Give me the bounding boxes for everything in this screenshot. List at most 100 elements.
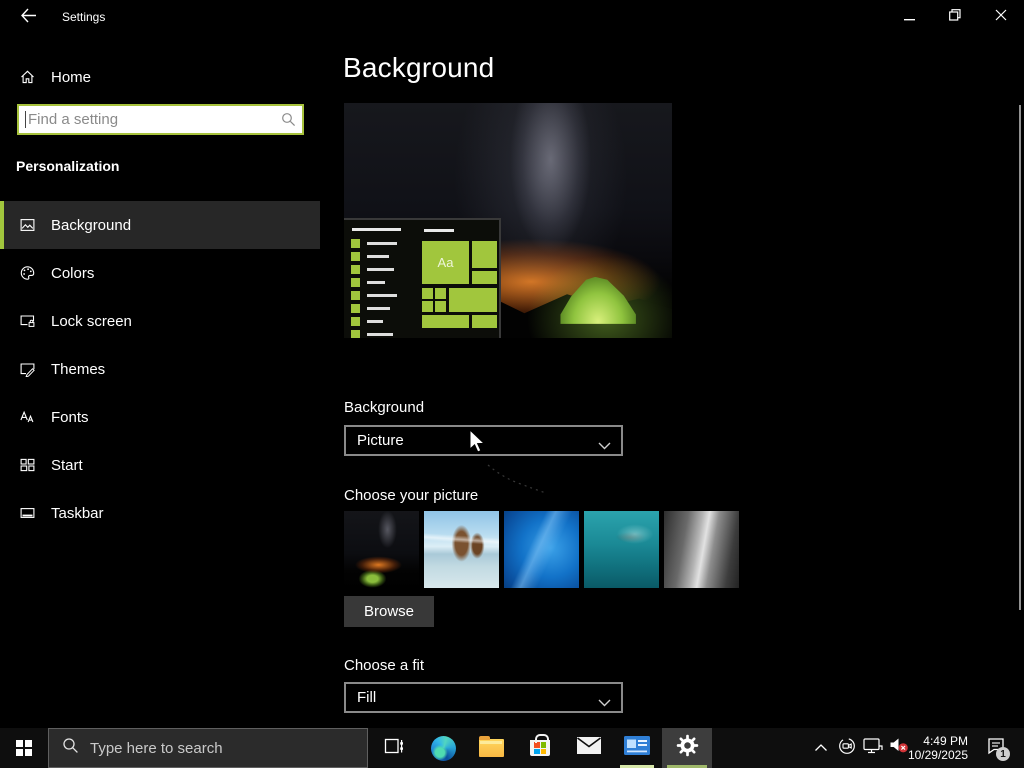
close-button[interactable] <box>978 0 1024 34</box>
text-caret <box>25 111 26 128</box>
settings-app-button[interactable] <box>662 728 712 768</box>
preview-menu-row <box>351 265 415 275</box>
close-icon <box>995 8 1007 26</box>
preview-tile <box>472 315 497 329</box>
sidebar-item-taskbar[interactable]: Taskbar <box>0 489 320 537</box>
back-button[interactable] <box>8 3 48 33</box>
scrollbar-thumb[interactable] <box>1019 105 1021 610</box>
preview-tile <box>422 288 433 300</box>
tray-expand-button[interactable] <box>808 728 834 768</box>
sidebar-item-lock-screen[interactable]: Lock screen <box>0 297 320 345</box>
clock-date: 10/29/2025 <box>907 748 968 762</box>
picture-thumbnails <box>344 511 739 588</box>
sidebar-item-fonts[interactable]: Fonts <box>0 393 320 441</box>
microsoft-store-button[interactable] <box>517 728 563 768</box>
taskbar-icon <box>18 504 36 522</box>
open-app-window-button[interactable] <box>615 728 659 768</box>
preview-menu-row <box>351 317 415 327</box>
app-window-icon <box>624 736 650 760</box>
sidebar-item-label: Background <box>51 216 132 234</box>
preview-menu-row <box>351 278 415 288</box>
edge-icon <box>430 735 456 761</box>
picture-thumbnail-2[interactable] <box>424 511 499 588</box>
home-icon <box>18 68 36 86</box>
task-view-button[interactable] <box>372 728 416 768</box>
preview-aa-tile: Aa <box>422 241 469 285</box>
picture-thumbnail-1[interactable] <box>344 511 419 588</box>
window-title: Settings <box>62 10 106 24</box>
clock-time: 4:49 PM <box>923 734 968 748</box>
start-button[interactable] <box>0 728 48 768</box>
taskbar: Type here to search 4:49 PM 10/29/2025 1 <box>0 728 1024 768</box>
preview-tile <box>435 301 446 313</box>
sidebar-item-label: Fonts <box>51 408 89 426</box>
chevron-down-icon <box>598 694 611 711</box>
back-arrow-icon <box>20 8 37 28</box>
settings-search <box>17 104 304 135</box>
browse-button[interactable]: Browse <box>344 596 434 627</box>
sidebar-item-start[interactable]: Start <box>0 441 320 489</box>
windows-logo-icon <box>15 739 33 757</box>
notification-badge: 1 <box>996 747 1010 761</box>
choose-fit-dropdown[interactable]: Fill <box>344 682 623 713</box>
sidebar-item-label: Themes <box>51 360 106 378</box>
sidebar-item-home[interactable]: Home <box>0 58 320 96</box>
choose-picture-label: Choose your picture <box>344 487 479 504</box>
preview-menu-row <box>351 252 415 262</box>
picture-thumbnail-4[interactable] <box>584 511 659 588</box>
minimize-icon <box>903 8 915 26</box>
background-type-value: Picture <box>357 432 404 449</box>
sidebar-item-colors[interactable]: Colors <box>0 249 320 297</box>
picture-thumbnail-5[interactable] <box>664 511 739 588</box>
preview-tile <box>435 288 446 300</box>
preview-menu-list <box>351 227 415 338</box>
preview-menu-row <box>351 330 415 338</box>
preview-tile <box>449 288 497 313</box>
mail-button[interactable] <box>566 728 612 768</box>
sidebar-nav: Background Colors Lock screen Themes Fon… <box>0 201 320 537</box>
meet-now-button[interactable] <box>834 728 860 768</box>
start-tiles-icon <box>18 456 36 474</box>
preview-menu-title-line <box>352 228 401 232</box>
task-view-icon <box>384 736 405 761</box>
preview-start-menu-overlay: Aa <box>344 218 502 338</box>
sidebar-item-background[interactable]: Background <box>0 201 320 249</box>
preview-menu-row <box>351 291 415 301</box>
choose-fit-label: Choose a fit <box>344 657 425 674</box>
preview-tile-group: Aa <box>422 227 500 333</box>
edge-browser-button[interactable] <box>420 728 466 768</box>
fonts-icon <box>18 408 36 426</box>
background-dropdown-label: Background <box>344 399 425 416</box>
minimize-button[interactable] <box>886 0 932 34</box>
sidebar-item-themes[interactable]: Themes <box>0 345 320 393</box>
restore-button[interactable] <box>932 0 978 34</box>
titlebar: Settings <box>0 0 1024 36</box>
browse-button-label: Browse <box>363 603 415 620</box>
taskbar-search-icon <box>62 737 79 759</box>
settings-search-input[interactable] <box>17 104 304 135</box>
taskbar-search-placeholder: Type here to search <box>90 739 223 757</box>
picture-thumbnail-3[interactable] <box>504 511 579 588</box>
meet-now-icon <box>838 737 856 760</box>
lock-screen-icon <box>18 312 36 330</box>
restore-icon <box>949 8 961 26</box>
background-preview-image: Aa <box>344 103 672 338</box>
themes-icon <box>18 360 36 378</box>
action-center-button[interactable]: 1 <box>974 728 1018 768</box>
taskbar-search[interactable]: Type here to search <box>48 728 368 768</box>
background-type-dropdown[interactable]: Picture <box>344 425 623 456</box>
sidebar-item-label: Colors <box>51 264 95 282</box>
preview-tile <box>422 315 469 329</box>
search-icon[interactable] <box>281 112 296 132</box>
file-explorer-button[interactable] <box>468 728 514 768</box>
ethernet-icon <box>863 737 883 759</box>
taskbar-clock[interactable]: 4:49 PM 10/29/2025 <box>906 728 970 768</box>
home-label: Home <box>51 68 92 86</box>
preview-tile <box>472 271 497 285</box>
preview-tilegroup-title-line <box>424 229 454 233</box>
desktop-screen: Settings Home Personalization <box>0 0 1024 768</box>
preview-menu-row <box>351 304 415 314</box>
window-controls <box>886 0 1024 34</box>
network-status-icon[interactable] <box>860 728 886 768</box>
selected-accent-bar <box>0 201 4 249</box>
